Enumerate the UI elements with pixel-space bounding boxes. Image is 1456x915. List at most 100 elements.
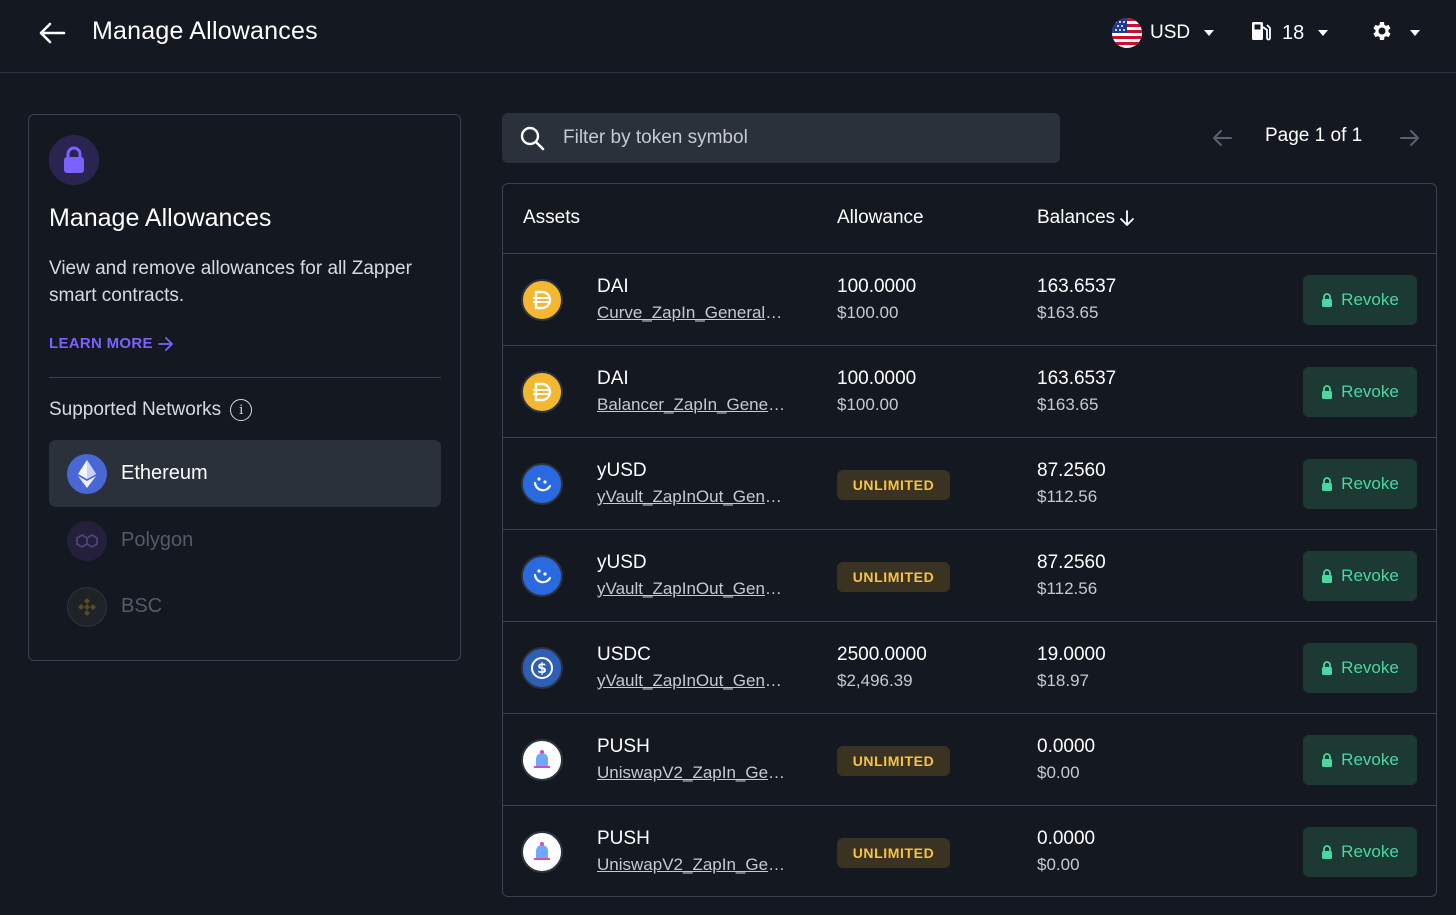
allowances-table: Assets Allowance Balances DAI Curve_ZapI… bbox=[502, 183, 1437, 897]
revoke-button[interactable]: Revoke bbox=[1303, 459, 1417, 509]
svg-text:$: $ bbox=[537, 661, 547, 677]
contract-link[interactable]: Balancer_ZapIn_General_V2 bbox=[597, 395, 787, 415]
currency-selector[interactable]: USD bbox=[1112, 16, 1215, 50]
contract-link[interactable]: UniswapV2_ZapIn_General_V3 bbox=[597, 855, 787, 875]
settings-menu[interactable] bbox=[1370, 16, 1420, 50]
token-symbol: USDC bbox=[597, 644, 651, 665]
back-arrow-icon[interactable] bbox=[38, 20, 66, 46]
lock-icon bbox=[1322, 477, 1333, 491]
learn-more-label: LEARN MORE bbox=[49, 335, 153, 352]
balance-usd: $163.65 bbox=[1037, 395, 1099, 414]
lock-icon bbox=[1322, 661, 1333, 675]
balance-usd: $0.00 bbox=[1037, 855, 1080, 874]
allowance-usd: $100.00 bbox=[837, 395, 899, 414]
balance-amount: 19.0000 bbox=[1037, 644, 1106, 665]
page-indicator: Page 1 of 1 bbox=[1265, 125, 1363, 146]
revoke-button[interactable]: Revoke bbox=[1303, 827, 1417, 877]
table-header: Assets Allowance Balances bbox=[503, 184, 1436, 254]
divider bbox=[49, 377, 441, 378]
contract-link[interactable]: yVault_ZapInOut_General_V1 bbox=[597, 671, 787, 691]
column-header-balances[interactable]: Balances bbox=[1037, 207, 1135, 229]
supported-networks-heading: Supported Networks i bbox=[49, 399, 253, 421]
token-symbol: yUSD bbox=[597, 552, 647, 573]
balance-amount: 87.2560 bbox=[1037, 460, 1106, 481]
lock-icon bbox=[1322, 569, 1333, 583]
chevron-down-icon bbox=[1204, 30, 1215, 36]
contract-link[interactable]: yVault_ZapInOut_General_V1 bbox=[597, 487, 787, 507]
allowance-usd: $100.00 bbox=[837, 303, 899, 322]
revoke-button[interactable]: Revoke bbox=[1303, 551, 1417, 601]
contract-link[interactable]: yVault_ZapInOut_General_V1 bbox=[597, 579, 787, 599]
page-title: Manage Allowances bbox=[92, 17, 318, 45]
dai-icon bbox=[521, 279, 563, 321]
card-description: View and remove allowances for all Zappe… bbox=[49, 258, 412, 306]
network-name: Ethereum bbox=[121, 462, 208, 484]
contract-link[interactable]: Curve_ZapIn_General_V3 bbox=[597, 303, 787, 323]
gas-price-label: 18 bbox=[1282, 21, 1305, 44]
allowance-amount: 100.0000 bbox=[837, 276, 917, 297]
balance-amount: 163.6537 bbox=[1037, 368, 1117, 389]
token-symbol: PUSH bbox=[597, 736, 650, 757]
bsc-icon bbox=[67, 586, 107, 627]
next-page-button[interactable] bbox=[1398, 126, 1422, 155]
table-row: PUSH UniswapV2_ZapIn_General_V4 UNLIMITE… bbox=[503, 714, 1436, 806]
learn-more-link[interactable]: LEARN MORE bbox=[49, 335, 174, 352]
balances-label: Balances bbox=[1037, 207, 1116, 228]
token-filter-search bbox=[502, 113, 1060, 163]
unlimited-badge: UNLIMITED bbox=[837, 838, 950, 868]
push-bell-icon bbox=[521, 831, 563, 873]
revoke-label: Revoke bbox=[1341, 750, 1399, 769]
table-row: $ USDC yVault_ZapInOut_General_V1 2500.0… bbox=[503, 622, 1436, 714]
card-title: Manage Allowances bbox=[49, 204, 272, 232]
balance-amount: 87.2560 bbox=[1037, 552, 1106, 573]
revoke-label: Revoke bbox=[1341, 382, 1399, 401]
unlimited-badge: UNLIMITED bbox=[837, 562, 950, 592]
table-row: DAI Balancer_ZapIn_General_V2 100.0000 $… bbox=[503, 346, 1436, 438]
supported-networks-label: Supported Networks bbox=[49, 399, 222, 420]
network-item-polygon[interactable]: Polygon bbox=[49, 507, 441, 574]
network-item-bsc[interactable]: BSC bbox=[49, 573, 441, 640]
arrow-right-icon bbox=[157, 336, 173, 351]
lock-icon bbox=[1322, 293, 1333, 307]
unlimited-badge: UNLIMITED bbox=[837, 470, 950, 500]
lock-icon bbox=[49, 135, 99, 185]
balance-usd: $112.56 bbox=[1037, 487, 1098, 506]
allowance-amount: 100.0000 bbox=[837, 368, 917, 389]
usdc-icon: $ bbox=[521, 647, 563, 689]
column-header-assets: Assets bbox=[523, 207, 581, 228]
balance-amount: 0.0000 bbox=[1037, 736, 1096, 757]
contract-link[interactable]: UniswapV2_ZapIn_General_V4 bbox=[597, 763, 787, 783]
unlimited-badge: UNLIMITED bbox=[837, 746, 950, 776]
balance-usd: $0.00 bbox=[1037, 763, 1080, 782]
revoke-button[interactable]: Revoke bbox=[1303, 275, 1417, 325]
column-header-allowance: Allowance bbox=[837, 207, 924, 228]
revoke-button[interactable]: Revoke bbox=[1303, 735, 1417, 785]
ethereum-icon bbox=[67, 453, 107, 494]
balance-usd: $18.97 bbox=[1037, 671, 1089, 690]
previous-page-button[interactable] bbox=[1210, 126, 1234, 155]
revoke-button[interactable]: Revoke bbox=[1303, 643, 1417, 693]
token-symbol: yUSD bbox=[597, 460, 647, 481]
arrow-left-icon bbox=[1213, 130, 1232, 146]
info-icon[interactable]: i bbox=[230, 399, 253, 421]
table-row: PUSH UniswapV2_ZapIn_General_V3 UNLIMITE… bbox=[503, 806, 1436, 896]
polygon-icon bbox=[67, 520, 107, 561]
gas-price-selector[interactable]: 18 bbox=[1250, 16, 1329, 50]
allowance-usd: $2,496.39 bbox=[837, 671, 913, 690]
app-header: Manage Allowances USD 18 bbox=[0, 0, 1456, 73]
yusd-icon bbox=[521, 555, 563, 597]
lock-icon bbox=[1322, 753, 1333, 767]
us-flag-icon bbox=[1112, 18, 1142, 48]
push-bell-icon bbox=[521, 739, 563, 781]
network-name: Polygon bbox=[121, 529, 194, 551]
token-symbol: DAI bbox=[597, 276, 629, 297]
network-item-ethereum[interactable]: Ethereum bbox=[49, 440, 441, 507]
table-row: yUSD yVault_ZapInOut_General_V1 UNLIMITE… bbox=[503, 438, 1436, 530]
balance-usd: $112.56 bbox=[1037, 579, 1098, 598]
lock-icon bbox=[1322, 845, 1333, 859]
token-symbol: PUSH bbox=[597, 828, 650, 849]
revoke-button[interactable]: Revoke bbox=[1303, 367, 1417, 417]
sort-down-arrow-icon bbox=[1120, 210, 1135, 226]
lock-icon bbox=[1322, 385, 1333, 399]
search-input[interactable] bbox=[563, 127, 1033, 149]
